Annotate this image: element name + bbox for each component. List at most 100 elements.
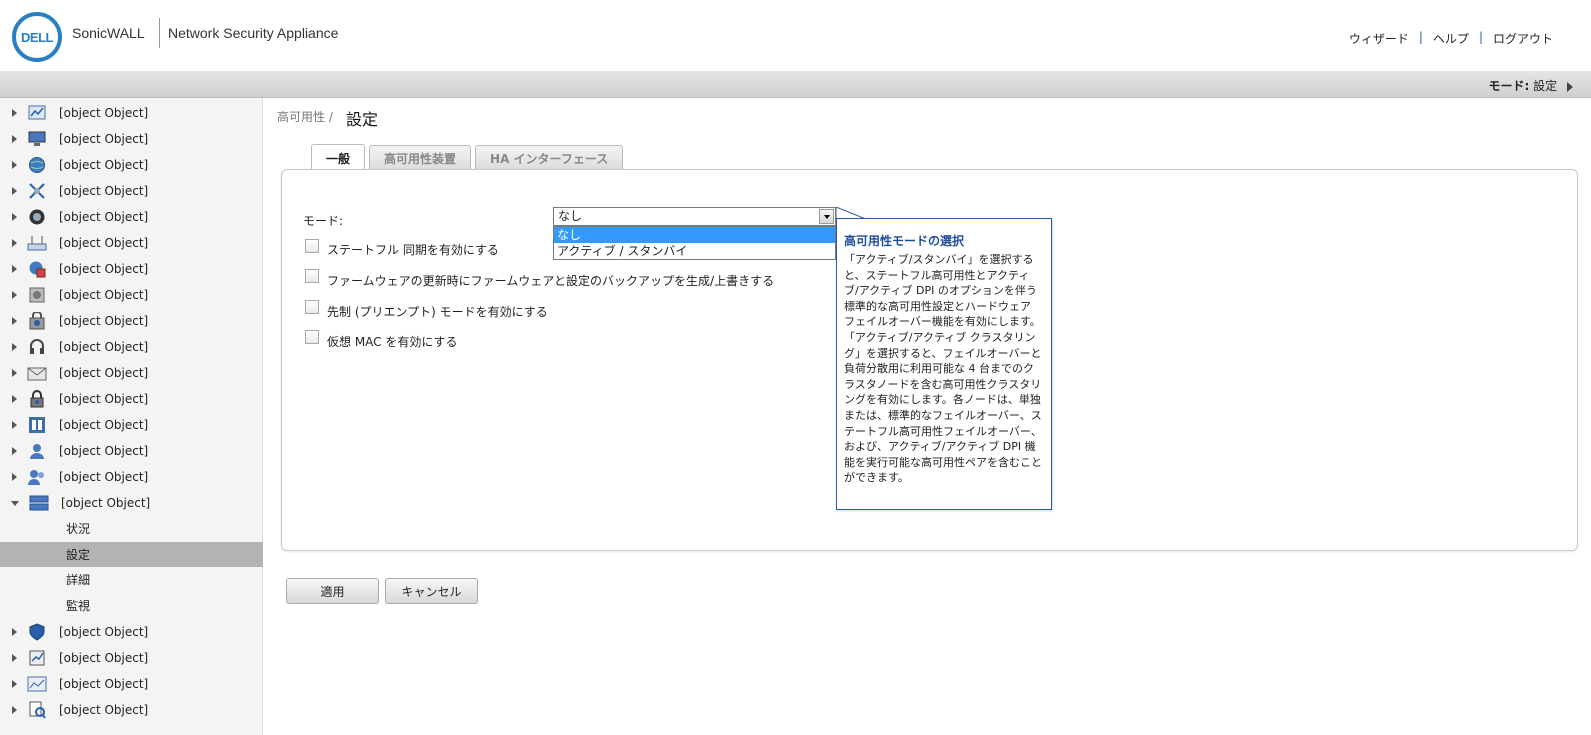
sidebar-item[interactable]: [object Object] <box>0 671 263 697</box>
chevron-down-icon[interactable] <box>819 209 834 224</box>
sidebar-item-label: [object Object] <box>59 625 149 639</box>
mode-indicator[interactable]: モード: 設定 <box>1489 77 1573 94</box>
sidebar-item[interactable]: [object Object] <box>0 438 263 464</box>
expand-right-icon[interactable] <box>12 187 17 195</box>
sidebar-item-label: [object Object] <box>59 262 149 276</box>
sidebar-item[interactable]: [object Object] <box>0 619 263 645</box>
expand-right-icon[interactable] <box>12 628 17 636</box>
users-icon <box>27 468 47 486</box>
help-link[interactable]: ヘルプ <box>1423 30 1479 47</box>
mode-option-active-standby[interactable]: アクティブ / スタンバイ <box>554 243 835 259</box>
logout-link[interactable]: ログアウト <box>1483 30 1563 47</box>
sidebar-subitem[interactable]: 監視 <box>0 593 263 618</box>
sidebar-subitem-label: 監視 <box>66 598 91 613</box>
sidebar-item[interactable]: [object Object] <box>0 645 263 671</box>
mode-dropdown: なし アクティブ / スタンバイ <box>553 226 836 260</box>
sidebar-item-label: [object Object] <box>59 392 149 406</box>
expand-right-icon[interactable] <box>12 291 17 299</box>
sidebar-item[interactable]: [object Object] <box>0 308 263 334</box>
mode-select-value: なし <box>558 209 583 223</box>
expand-right-icon[interactable] <box>12 706 17 714</box>
sidebar-item[interactable]: [object Object] <box>0 152 263 178</box>
tab-ha-devices[interactable]: 高可用性装置 <box>369 145 472 170</box>
expand-right-icon[interactable] <box>12 161 17 169</box>
firmware-backup-checkbox[interactable] <box>305 269 319 283</box>
sidebar-item-label: [object Object] <box>59 106 149 120</box>
sidebar-item[interactable]: [object Object] <box>0 256 263 282</box>
expand-right-icon[interactable] <box>12 680 17 688</box>
expand-right-icon[interactable] <box>12 654 17 662</box>
expand-right-icon[interactable] <box>12 135 17 143</box>
sidebar-item[interactable]: [object Object] <box>0 334 263 360</box>
wizard-link[interactable]: ウィザード <box>1339 30 1419 47</box>
sidebar-item[interactable]: [object Object] <box>0 230 263 256</box>
cancel-button[interactable]: キャンセル <box>385 578 478 604</box>
header: DELL SonicWALL Network Security Applianc… <box>0 0 1591 71</box>
sidebar-subitem-label: 状況 <box>66 522 91 536</box>
modem-icon <box>27 208 47 226</box>
tab-ha-interfaces[interactable]: HA インターフェース <box>475 145 624 170</box>
apply-button[interactable]: 適用 <box>286 578 379 604</box>
sidebar-item-label: [object Object] <box>59 418 149 432</box>
sidebar-item-label: [object Object] <box>59 366 149 380</box>
mode-select[interactable]: なし <box>553 207 836 226</box>
expand-right-icon[interactable] <box>12 343 17 351</box>
preempt-mode-label: 先制 (プリエンプト) モードを有効にする <box>327 305 548 319</box>
expand-right-icon[interactable] <box>12 213 17 221</box>
expand-right-icon[interactable] <box>12 395 17 403</box>
expand-right-icon[interactable] <box>12 239 17 247</box>
stateful-sync-checkbox[interactable] <box>305 239 319 253</box>
sidebar-item-label: [object Object] <box>59 236 149 250</box>
sidebar-item[interactable]: [object Object] <box>0 178 263 204</box>
sidebar-item[interactable]: [object Object] <box>0 490 263 516</box>
breadcrumb[interactable]: 高可用性 / <box>277 108 333 125</box>
switching-icon <box>27 182 47 200</box>
tooltip-body: 「アクティブ/スタンバイ」を選択すると、ステートフル高可用性とアクティブ/アクテ… <box>844 253 1042 485</box>
sidebar-subitem[interactable]: 状況 <box>0 516 263 541</box>
headset-icon <box>27 338 47 356</box>
sidebar-item[interactable]: [object Object] <box>0 464 263 490</box>
logo-text: DELL <box>21 29 53 45</box>
expand-right-icon[interactable] <box>12 369 17 377</box>
mode-value: 設定 <box>1533 79 1558 93</box>
expand-right-icon[interactable] <box>12 473 17 481</box>
sidebar-subitem[interactable]: 設定 <box>0 541 263 567</box>
tab-bar: 一般 高可用性装置 HA インターフェース <box>311 144 624 171</box>
expand-right-icon[interactable] <box>12 265 17 273</box>
sidebar-item[interactable]: [object Object] <box>0 360 263 386</box>
expand-right-icon[interactable] <box>12 317 17 325</box>
sidebar-item[interactable]: [object Object] <box>0 412 263 438</box>
server-icon <box>29 494 49 512</box>
expand-right-icon[interactable] <box>12 447 17 455</box>
expand-right-icon[interactable] <box>12 421 17 429</box>
access-point-icon <box>27 234 47 252</box>
sidebar-item[interactable]: [object Object] <box>0 282 263 308</box>
virtual-mac-checkbox[interactable] <box>305 330 319 344</box>
sidebar-item-label: [object Object] <box>59 158 149 172</box>
virtual-mac-label: 仮想 MAC を有効にする <box>327 335 458 349</box>
expand-down-icon[interactable] <box>11 500 19 506</box>
preempt-mode-checkbox[interactable] <box>305 300 319 314</box>
sidebar-item-label: [object Object] <box>59 210 149 224</box>
sidebar-item[interactable]: [object Object] <box>0 204 263 230</box>
sidebar-item[interactable]: [object Object] <box>0 697 263 723</box>
tab-general[interactable]: 一般 <box>311 144 366 171</box>
firewall-settings-icon <box>27 286 47 304</box>
sidebar-item-label: [object Object] <box>59 184 149 198</box>
monitor-icon <box>27 130 47 148</box>
sidebar-subitem[interactable]: 詳細 <box>0 567 263 592</box>
log-icon <box>27 701 47 719</box>
mode-option-none[interactable]: なし <box>554 227 835 243</box>
expand-right-icon[interactable] <box>12 109 17 117</box>
product-name: Network Security Appliance <box>168 25 339 41</box>
ssl-vpn-icon <box>27 416 47 434</box>
sidebar-item-label: [object Object] <box>59 288 149 302</box>
play-arrow-icon <box>1567 81 1573 92</box>
sidebar-item[interactable]: [object Object] <box>0 100 263 126</box>
mode-label: モード: <box>1488 79 1530 93</box>
appflow-icon <box>27 675 47 693</box>
sidebar-item[interactable]: [object Object] <box>0 126 263 152</box>
sidebar-item-label: [object Object] <box>59 470 149 484</box>
sidebar-item-label: [object Object] <box>59 703 149 717</box>
sidebar-item[interactable]: [object Object] <box>0 386 263 412</box>
